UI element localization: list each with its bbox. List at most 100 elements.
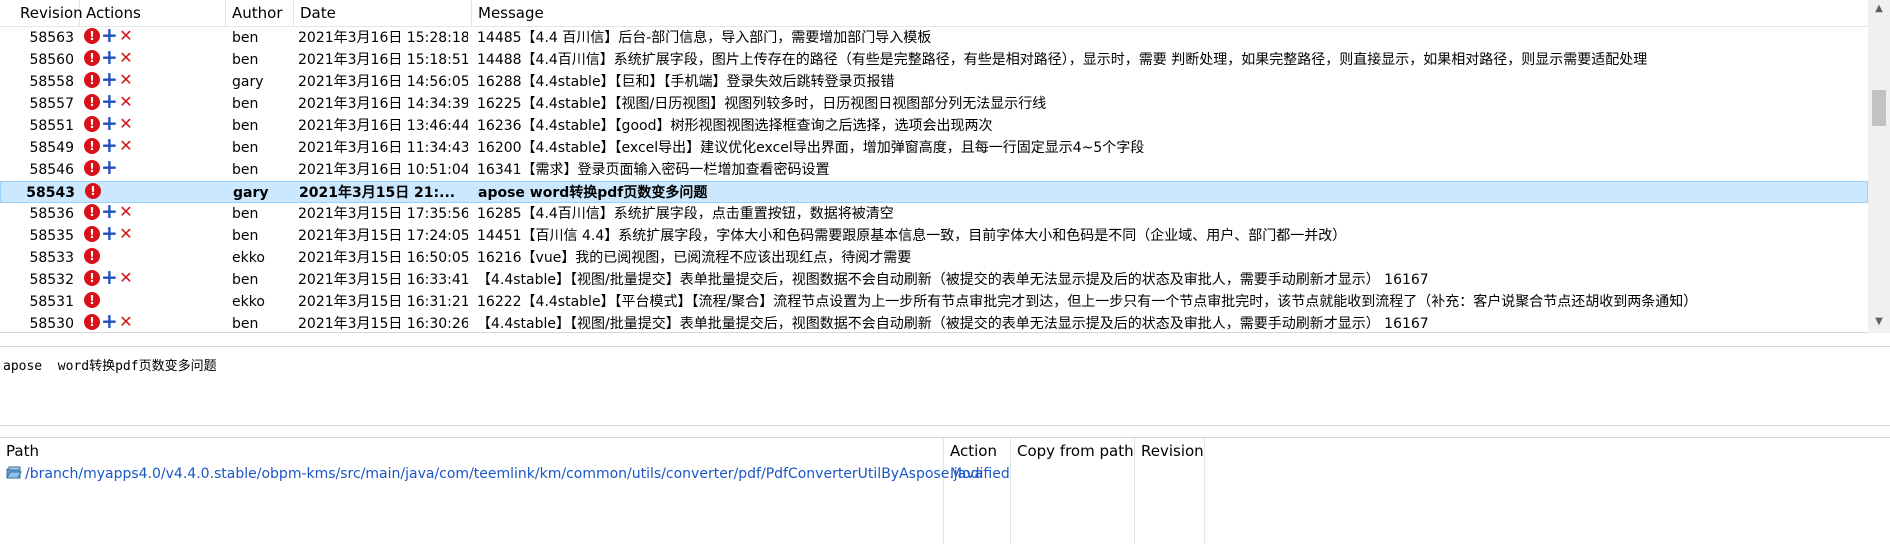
date-cell: 2021年3月15日 16:33:41: [298, 272, 468, 288]
delete-icon: ✕: [119, 93, 133, 111]
warning-icon: !: [84, 248, 100, 264]
actions-cell: ! +✕: [84, 49, 224, 71]
message-cell: 16285【4.4百川信】系统扩展字段，点击重置按钮，数据将被清空: [477, 206, 894, 222]
table-row[interactable]: 58557! +✕ ben 2021年3月16日 14:34:39 16225【4.4s…: [0, 93, 1868, 115]
table-row[interactable]: 58551! +✕ ben 2021年3月16日 13:46:44 16236【4.4s…: [0, 115, 1868, 137]
column-header-copy-from-path[interactable]: Copy from path: [1011, 438, 1135, 544]
table-row[interactable]: 58532! +✕ ben 2021年3月15日 16:33:41 【4.4stable…: [0, 269, 1868, 291]
message-cell: 16236【4.4stable】【good】树形视图视图选择框查询之后选择，选项…: [477, 118, 993, 134]
author-cell: ben: [232, 316, 259, 332]
delete-icon: ✕: [119, 269, 133, 287]
date-cell: 2021年3月16日 15:18:51: [298, 52, 468, 68]
revision-cell: 58557: [29, 96, 74, 112]
add-icon: +: [101, 225, 118, 245]
warning-icon: !: [84, 270, 100, 286]
author-cell: ben: [232, 140, 259, 156]
author-cell: gary: [232, 74, 264, 90]
table-row[interactable]: 58560! +✕ ben 2021年3月16日 15:18:51 14488【4.4百…: [0, 49, 1868, 71]
author-cell: ben: [232, 162, 259, 178]
table-row[interactable]: 58558! +✕ gary 2021年3月16日 14:56:05 16288【4.4…: [0, 71, 1868, 93]
add-icon: +: [101, 203, 118, 223]
log-vertical-scrollbar[interactable]: ▲ ▼: [1868, 0, 1890, 333]
add-icon: +: [101, 313, 118, 333]
message-cell: 16200【4.4stable】【excel导出】建议优化excel导出界面，增…: [477, 140, 1145, 156]
warning-icon: !: [84, 204, 100, 220]
add-icon: +: [101, 27, 118, 47]
scroll-up-arrow-icon[interactable]: ▲: [1868, 0, 1890, 18]
table-row[interactable]: 58546! + ben 2021年3月16日 10:51:04 16341【需求】登录…: [0, 159, 1868, 181]
author-cell: ben: [232, 228, 259, 244]
actions-cell: ! +✕: [84, 93, 224, 115]
add-icon: +: [101, 159, 118, 179]
path-row[interactable]: /branch/myapps4.0/v4.4.0.stable/obpm-kms…: [0, 463, 1890, 485]
delete-icon: ✕: [119, 313, 133, 331]
warning-icon: !: [84, 226, 100, 242]
warning-icon: !: [84, 50, 100, 66]
message-cell: 16222【4.4stable】【平台模式】【流程/聚合】流程节点设置为上一步所…: [477, 294, 1698, 310]
revision-log-list[interactable]: Revision Actions Author Date Message 585…: [0, 0, 1890, 333]
warning-icon: !: [84, 292, 100, 308]
author-cell: gary: [233, 185, 269, 201]
message-cell: 14451【百川信 4.4】系统扩展字段，字体大小和色码需要跟原基本信息一致，目…: [477, 228, 1347, 244]
table-row-selected[interactable]: 58543! gary 2021年3月15日 21:... apose word转换p…: [0, 181, 1868, 203]
commit-message-pane[interactable]: apose word转换pdf页数变多问题: [0, 346, 1890, 426]
author-cell: ben: [232, 52, 259, 68]
column-header-author[interactable]: Author: [226, 0, 294, 27]
author-cell: ben: [232, 118, 259, 134]
revision-cell: 58551: [29, 118, 74, 134]
warning-icon: !: [84, 28, 100, 44]
scroll-thumb[interactable]: [1872, 90, 1886, 126]
date-cell: 2021年3月16日 13:46:44: [298, 118, 468, 134]
scroll-down-arrow-icon[interactable]: ▼: [1868, 313, 1890, 331]
table-row[interactable]: 58533! ekko 2021年3月15日 16:50:05 16216【vue】我…: [0, 247, 1868, 269]
log-rows: 58563! +✕ ben 2021年3月16日 15:28:18 14485【4.4 …: [0, 27, 1868, 333]
warning-icon: !: [84, 138, 100, 154]
table-row[interactable]: 58536 ! +✕ ben 2021年3月15日 17:35:56 16285【4.4百…: [0, 203, 1868, 225]
actions-cell: ! +: [84, 159, 224, 181]
path-cell: /branch/myapps4.0/v4.4.0.stable/obpm-kms…: [6, 463, 983, 485]
date-cell: 2021年3月15日 17:35:56: [298, 206, 468, 222]
message-cell: 16216【vue】我的已阅视图，已阅流程不应该出现红点，待阅才需要: [477, 250, 912, 266]
author-cell: ekko: [232, 294, 265, 310]
column-header-revision[interactable]: Revision: [0, 0, 83, 27]
date-cell: 2021年3月16日 14:56:05: [298, 74, 468, 90]
column-header-action[interactable]: Action: [944, 438, 1011, 544]
add-icon: +: [101, 49, 118, 69]
table-row[interactable]: 58535! +✕ ben 2021年3月15日 17:24:05 14451【百川信 …: [0, 225, 1868, 247]
table-row[interactable]: 58531! ekko 2021年3月15日 16:31:21 16222【4.4st…: [0, 291, 1868, 313]
date-cell: 2021年3月15日 16:30:26: [298, 316, 468, 332]
revision-cell: 58535: [29, 228, 74, 244]
message-cell: apose word转换pdf页数变多问题: [478, 185, 708, 201]
column-header-message[interactable]: Message: [472, 0, 1868, 27]
add-icon: +: [101, 71, 118, 91]
path-text: /branch/myapps4.0/v4.4.0.stable/obpm-kms…: [25, 466, 984, 482]
actions-cell: ! +✕: [84, 203, 224, 225]
table-row[interactable]: 58563! +✕ ben 2021年3月16日 15:28:18 14485【4.4 …: [0, 27, 1868, 49]
revision-cell: 58536: [29, 206, 74, 222]
changed-paths-list[interactable]: Path Action Copy from path Revision /bra…: [0, 437, 1890, 544]
message-cell: 14485【4.4 百川信】后台-部门信息，导入部门，需要增加部门导入模板: [477, 30, 932, 46]
revision-cell: 58563: [29, 30, 74, 46]
table-row[interactable]: 58530! +✕ ben 2021年3月15日 16:30:26 【4.4stable…: [0, 313, 1868, 333]
message-cell: 16341【需求】登录页面输入密码一栏增加查看密码设置: [477, 162, 830, 178]
date-cell: 2021年3月15日 16:50:05: [298, 250, 468, 266]
date-cell: 2021年3月16日 14:34:39: [298, 96, 468, 112]
revision-cell: 58530: [29, 316, 74, 332]
table-row[interactable]: 58549! +✕ ben 2021年3月16日 11:34:43 16200【4.4s…: [0, 137, 1868, 159]
author-cell: ben: [232, 30, 259, 46]
add-icon: +: [101, 269, 118, 289]
delete-icon: ✕: [119, 115, 133, 133]
column-header-path[interactable]: Path: [0, 438, 944, 544]
add-icon: +: [101, 93, 118, 113]
date-cell: 2021年3月16日 11:34:43: [298, 140, 468, 156]
column-header-actions[interactable]: Actions: [80, 0, 226, 27]
message-cell: 16288【4.4stable】【巨和】【手机端】登录失效后跳转登录页报错: [477, 74, 895, 90]
revision-cell: 58531: [29, 294, 74, 310]
column-header-date[interactable]: Date: [294, 0, 472, 27]
actions-cell: ! +✕: [84, 27, 224, 49]
column-header-path-revision[interactable]: Revision: [1135, 438, 1205, 544]
delete-icon: ✕: [119, 49, 133, 67]
add-icon: +: [101, 137, 118, 157]
warning-icon: !: [84, 116, 100, 132]
author-cell: ben: [232, 206, 259, 222]
